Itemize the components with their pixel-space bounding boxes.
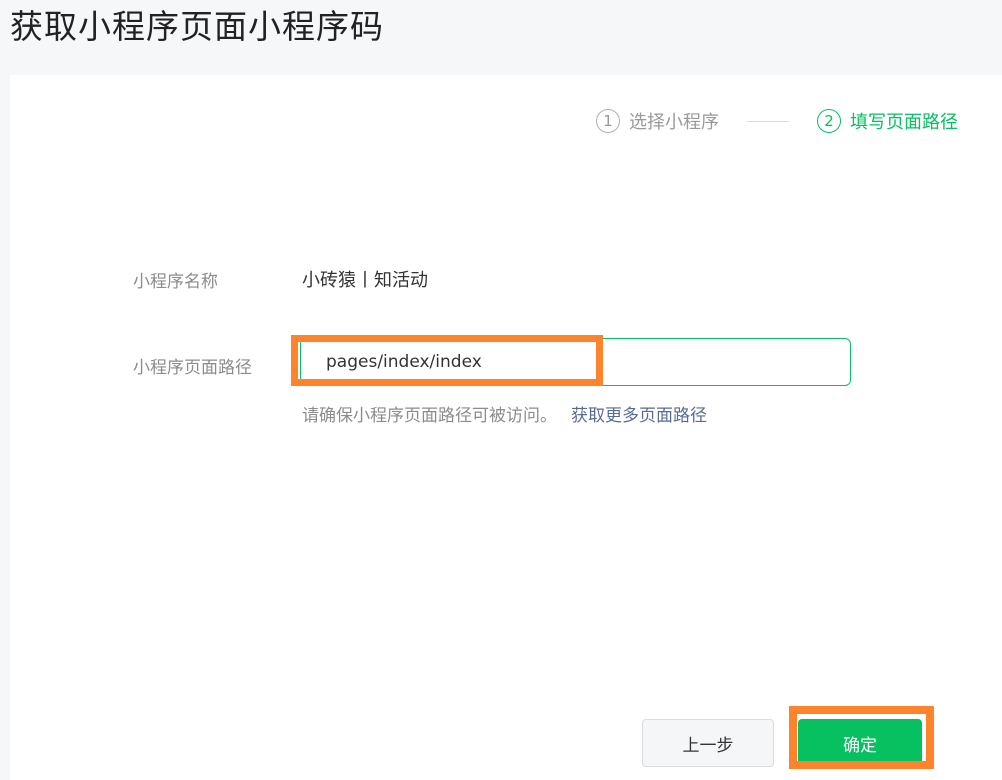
page-path-input[interactable]: [300, 338, 851, 386]
step-number-1: 1: [596, 109, 620, 133]
hint-text: 请确保小程序页面路径可被访问。: [302, 406, 557, 426]
step-select-miniprogram: 1 选择小程序: [596, 108, 719, 134]
page-path-label: 小程序页面路径: [133, 358, 252, 378]
previous-step-button[interactable]: 上一步: [642, 719, 774, 767]
stepper: 1 选择小程序 2 填写页面路径: [596, 107, 958, 135]
confirm-button[interactable]: 确定: [798, 719, 922, 767]
more-page-paths-link[interactable]: 获取更多页面路径: [571, 406, 707, 426]
content-panel: [10, 75, 1002, 780]
miniprogram-name-value: 小砖猿丨知活动: [302, 270, 428, 291]
page-path-hint: 请确保小程序页面路径可被访问。 获取更多页面路径: [302, 401, 707, 426]
step-fill-page-path: 2 填写页面路径: [817, 108, 958, 134]
step-number-2: 2: [817, 109, 841, 133]
page-title: 获取小程序页面小程序码: [10, 7, 384, 46]
step-label-1: 选择小程序: [629, 112, 719, 133]
step-divider: [747, 120, 789, 122]
miniprogram-name-label: 小程序名称: [133, 272, 218, 292]
step-label-2: 填写页面路径: [850, 112, 958, 133]
